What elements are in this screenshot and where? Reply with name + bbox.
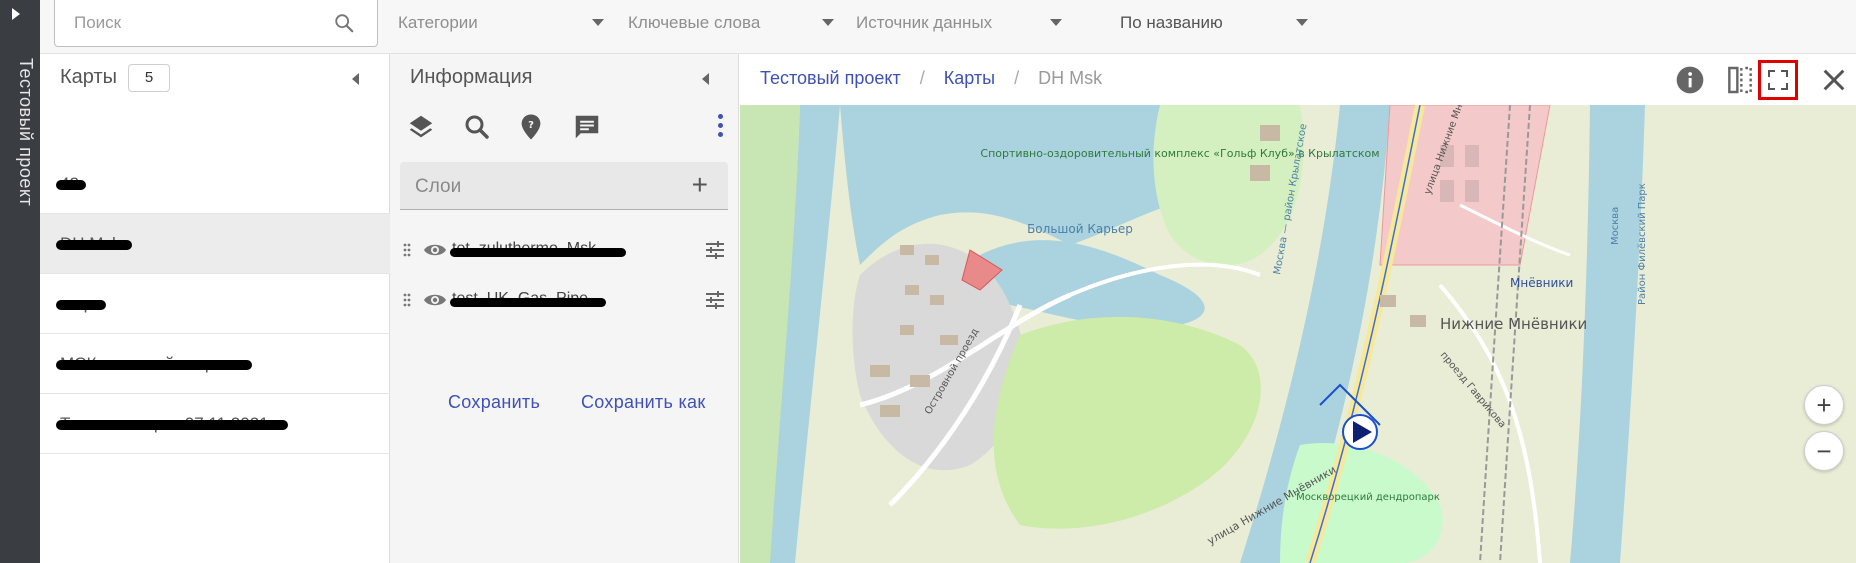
category-filter[interactable]: Категории — [398, 0, 616, 46]
expand-rail-icon[interactable] — [12, 8, 20, 20]
layers-icon — [409, 115, 433, 138]
svg-text:?: ? — [528, 120, 534, 131]
info-icon — [1676, 66, 1704, 94]
map-label: Большой Карьер — [1027, 222, 1133, 236]
more-options-icon[interactable] — [716, 114, 724, 140]
breadcrumb-maps-link[interactable]: Карты — [944, 68, 995, 88]
breadcrumb: Тестовый проект / Карты / DH Msk — [760, 68, 1116, 89]
map-canvas[interactable]: Спортивно-оздоровительный комплекс «Голь… — [740, 105, 1856, 563]
zoom-in-button[interactable]: + — [1804, 385, 1844, 425]
place-marker-icon: ? — [521, 114, 541, 140]
comment-tool-button[interactable] — [572, 112, 602, 142]
redaction-mark — [450, 298, 606, 307]
maps-panel-header: Карты 5 — [40, 54, 389, 106]
maps-title: Карты — [60, 66, 117, 88]
place-marker-tool-button[interactable]: ? — [516, 112, 546, 142]
map-label: Район Филёвский Парк — [1637, 183, 1648, 305]
save-as-button[interactable]: Сохранить как — [581, 392, 706, 413]
add-layer-icon[interactable]: + — [692, 170, 708, 200]
map-list-item[interactable]: Тестовая карта 07.11.2021 — [40, 394, 390, 454]
close-button[interactable] — [1818, 64, 1850, 96]
layer-row[interactable]: tet_zuluthermo_Msk — [390, 230, 739, 270]
layer-settings-icon[interactable] — [705, 241, 725, 259]
map-list-item[interactable]: map — [40, 274, 390, 334]
close-icon — [1823, 69, 1845, 91]
chevron-down-icon — [592, 19, 604, 26]
eye-icon[interactable] — [423, 290, 447, 310]
project-rail[interactable]: Тестовый проект — [0, 0, 40, 563]
sort-select-label: По названию — [1120, 13, 1223, 32]
layers-field[interactable]: Слои + — [400, 162, 728, 210]
info-title: Информация — [410, 66, 533, 88]
fullscreen-highlight[interactable] — [1758, 60, 1798, 100]
map-tiles[interactable]: Спортивно-оздоровительный комплекс «Голь… — [740, 105, 1856, 563]
breadcrumb-project-link[interactable]: Тестовый проект — [760, 68, 901, 88]
info-panel: Информация ? Слои + Сохранить Сохранить … — [390, 54, 739, 563]
map-list-item[interactable]: МСК тестовый квартал — [40, 334, 390, 394]
datasource-filter-label: Источник данных — [856, 13, 993, 32]
collapse-info-icon[interactable] — [702, 73, 709, 85]
comment-icon — [575, 115, 599, 139]
search-input[interactable] — [56, 0, 316, 45]
map-label: Москворецкий дендропарк — [1296, 492, 1440, 503]
category-filter-label: Категории — [398, 13, 478, 32]
map-list-item[interactable]: 42 — [40, 154, 390, 214]
project-rail-label: Тестовый проект — [16, 58, 36, 207]
layer-row[interactable]: test_UK_Gas_Pipe — [390, 280, 739, 320]
split-view-icon — [1728, 66, 1752, 94]
map-label: Мнёвники — [1510, 276, 1573, 290]
breadcrumb-separator: / — [1014, 68, 1020, 88]
layer-settings-icon[interactable] — [705, 291, 725, 309]
search-icon[interactable] — [333, 12, 355, 34]
datasource-filter[interactable]: Источник данных — [856, 0, 1074, 46]
breadcrumb-current: DH Msk — [1038, 68, 1103, 88]
keywords-filter[interactable]: Ключевые слова — [628, 0, 846, 46]
map-label: Спортивно-оздоровительный комплекс «Голь… — [980, 147, 1379, 160]
map-area: Тестовый проект / Карты / DH Msk Спортив… — [740, 54, 1856, 563]
map-label: Нижние Мнёвники — [1440, 315, 1587, 333]
redaction-mark — [56, 240, 132, 250]
layers-tool-button[interactable] — [406, 112, 436, 142]
chevron-down-icon — [1296, 19, 1308, 26]
drag-handle-icon[interactable] — [402, 242, 412, 258]
fullscreen-icon — [1768, 70, 1788, 90]
breadcrumb-separator: / — [919, 68, 925, 88]
redaction-mark — [56, 300, 106, 310]
split-view-button[interactable] — [1724, 64, 1756, 96]
map-list-item-selected[interactable]: DH Msk — [40, 214, 390, 274]
eye-icon[interactable] — [423, 240, 447, 260]
redaction-mark — [56, 420, 288, 430]
info-button[interactable] — [1674, 64, 1706, 96]
sort-select[interactable]: По названию — [1120, 0, 1338, 46]
collapse-maps-icon[interactable] — [352, 73, 359, 85]
keywords-filter-label: Ключевые слова — [628, 13, 761, 32]
zoom-out-button[interactable]: − — [1804, 431, 1844, 471]
search-icon — [465, 115, 489, 139]
filter-bar: Категории Ключевые слова Источник данных… — [40, 0, 1856, 54]
chevron-down-icon — [1050, 19, 1062, 26]
drag-handle-icon[interactable] — [402, 292, 412, 308]
redaction-mark — [450, 248, 626, 257]
save-button[interactable]: Сохранить — [448, 392, 540, 413]
maps-count-badge: 5 — [128, 64, 170, 92]
map-label: Москва — [1610, 207, 1621, 245]
maps-panel: Карты 5 42 DH Msk map МСК тестовый кварт… — [40, 54, 390, 563]
search-tool-button[interactable] — [462, 112, 492, 142]
redaction-mark — [56, 360, 252, 370]
redaction-mark — [56, 180, 86, 190]
search-box[interactable] — [54, 0, 378, 47]
chevron-down-icon — [822, 19, 834, 26]
layers-field-label: Слои — [415, 176, 462, 197]
